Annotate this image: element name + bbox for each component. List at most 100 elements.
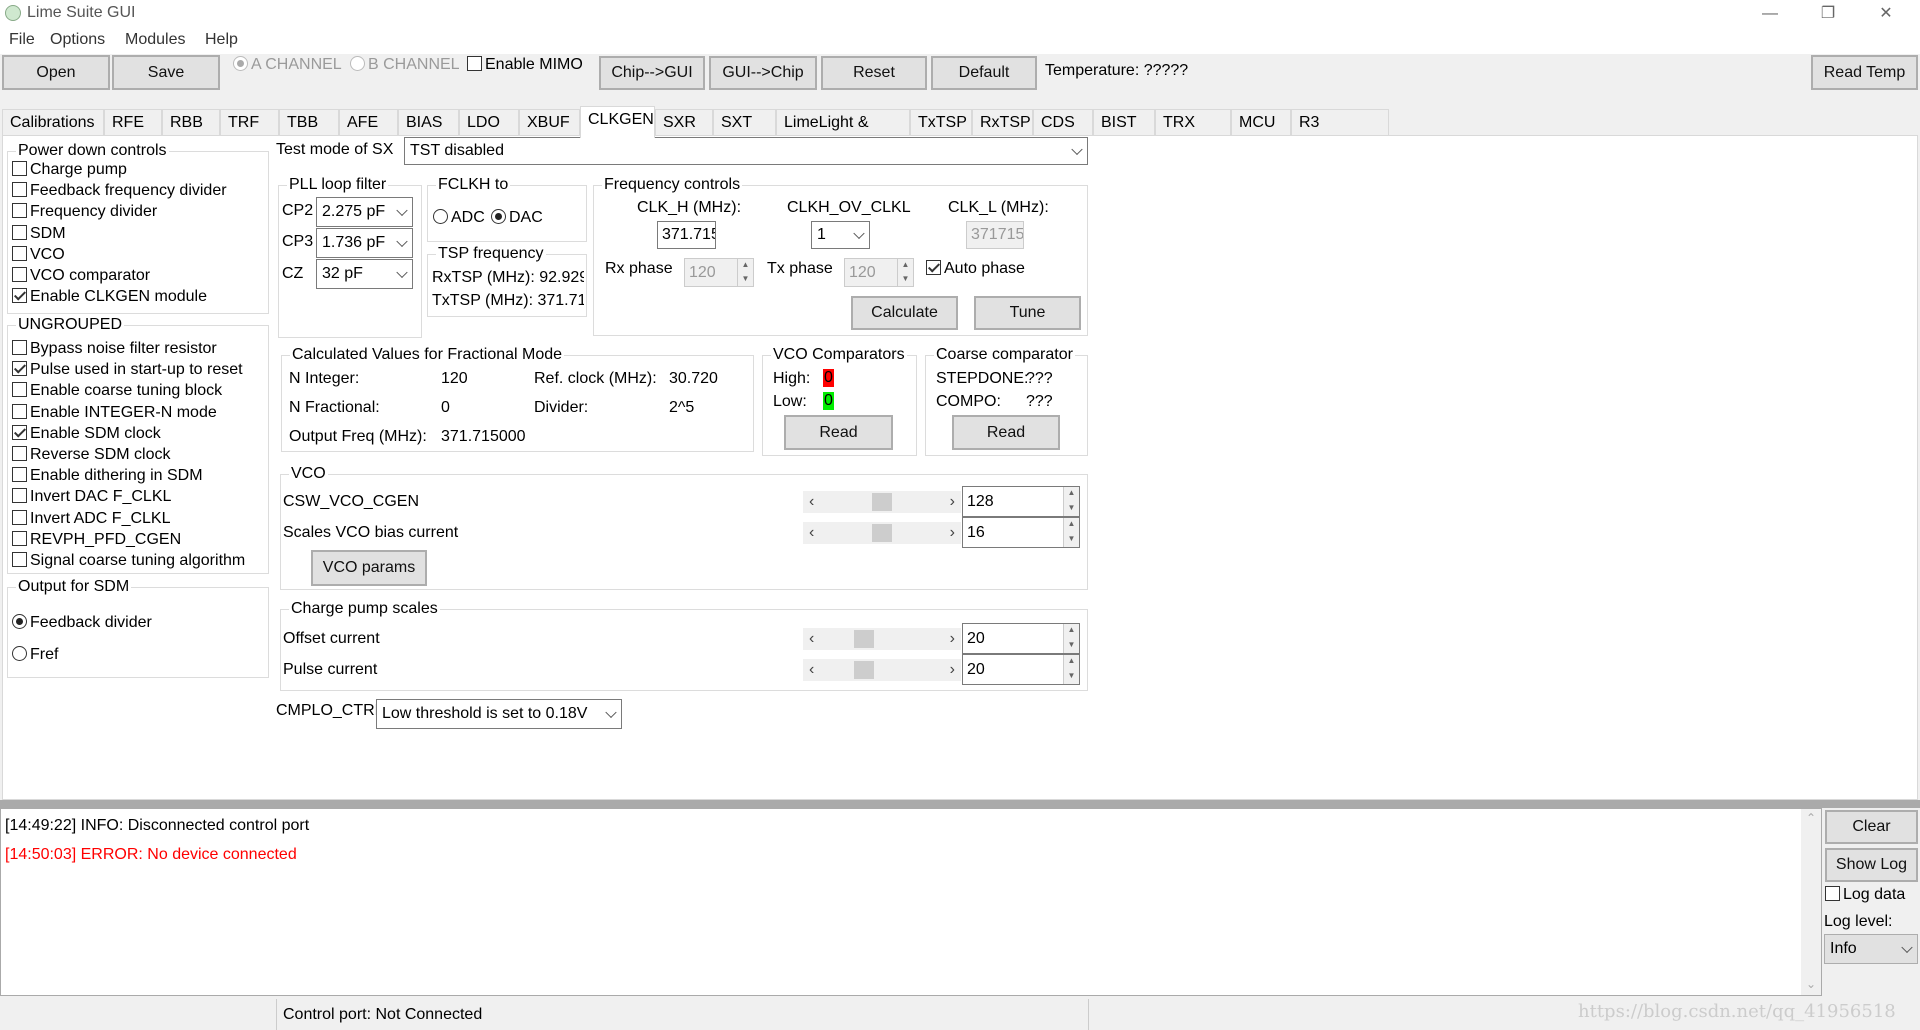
checkbox-enable-clkgen-module[interactable]: Enable CLKGEN module bbox=[12, 288, 207, 306]
tab-bias[interactable]: BIAS bbox=[398, 109, 459, 137]
spin-down-icon[interactable]: ▼ bbox=[1064, 670, 1079, 685]
tab-trx-gain[interactable]: TRX Gain bbox=[1155, 109, 1231, 157]
log-data-checkbox[interactable]: Log data bbox=[1825, 886, 1905, 904]
checkbox-reverse-sdm-clock[interactable]: Reverse SDM clock bbox=[12, 446, 170, 464]
tab-sxr[interactable]: SXR bbox=[655, 109, 713, 137]
spin-down-icon[interactable]: ▼ bbox=[738, 273, 753, 287]
cp3-select[interactable]: 1.736 pF bbox=[316, 228, 413, 258]
default-button[interactable]: Default bbox=[931, 56, 1037, 90]
enable-mimo-checkbox[interactable]: Enable MIMO bbox=[467, 56, 583, 74]
checkbox-vco[interactable]: VCO bbox=[12, 245, 65, 264]
test-mode-select[interactable]: TST disabled bbox=[404, 137, 1088, 165]
spin-up-icon[interactable]: ▲ bbox=[1064, 624, 1079, 639]
spin-down-icon[interactable]: ▼ bbox=[898, 273, 913, 287]
value-slider[interactable]: ‹ › bbox=[803, 659, 961, 681]
slider-thumb[interactable] bbox=[854, 630, 875, 648]
tab-clkgen[interactable]: CLKGEN bbox=[580, 106, 655, 138]
gui-to-chip-button[interactable]: GUI-->Chip bbox=[709, 56, 817, 90]
spin-up-icon[interactable]: ▲ bbox=[898, 259, 913, 273]
value-spinbox[interactable]: 20 ▲ ▼ bbox=[962, 654, 1080, 685]
log-level-select[interactable]: Info bbox=[1824, 934, 1918, 964]
chevron-left-icon[interactable]: ‹ bbox=[809, 628, 814, 650]
spin-down-icon[interactable]: ▼ bbox=[1064, 502, 1079, 517]
scroll-down-icon[interactable]: ⌄ bbox=[1801, 977, 1821, 991]
checkbox-invert-adc-f-clkl[interactable]: Invert ADC F_CLKL bbox=[12, 509, 171, 528]
checkbox-pulse-used-in-start-up-to-reset[interactable]: Pulse used in start-up to reset bbox=[12, 361, 243, 379]
show-log-button[interactable]: Show Log bbox=[1825, 848, 1918, 882]
cp2-select[interactable]: 2.275 pF bbox=[316, 197, 413, 227]
chevron-right-icon[interactable]: › bbox=[950, 522, 955, 544]
splitter-handle[interactable] bbox=[0, 800, 1920, 808]
read-temp-button[interactable]: Read Temp bbox=[1811, 55, 1918, 90]
spin-up-icon[interactable]: ▲ bbox=[1064, 518, 1079, 533]
checkbox-invert-dac-f-clkl[interactable]: Invert DAC F_CLKL bbox=[12, 488, 171, 506]
reset-button[interactable]: Reset bbox=[821, 56, 927, 90]
checkbox-enable-coarse-tuning-block[interactable]: Enable coarse tuning block bbox=[12, 382, 222, 400]
value-slider[interactable]: ‹ › bbox=[803, 522, 961, 544]
minimize-icon[interactable]: — bbox=[1750, 2, 1790, 26]
value-spinbox[interactable]: 16 ▲ ▼ bbox=[962, 517, 1080, 548]
tab-txtsp[interactable]: TxTSP bbox=[910, 109, 972, 137]
restore-icon[interactable]: ❐ bbox=[1808, 2, 1848, 26]
tab-rbb[interactable]: RBB bbox=[162, 109, 220, 137]
chevron-right-icon[interactable]: › bbox=[950, 628, 955, 650]
checkbox-enable-sdm-clock[interactable]: Enable SDM clock bbox=[12, 424, 161, 443]
chevron-left-icon[interactable]: ‹ bbox=[809, 522, 814, 544]
spin-down-icon[interactable]: ▼ bbox=[1064, 533, 1079, 548]
checkbox-charge-pump[interactable]: Charge pump bbox=[12, 161, 127, 179]
checkbox-sdm[interactable]: SDM bbox=[12, 224, 66, 243]
tab-trf[interactable]: TRF bbox=[220, 109, 279, 137]
value-slider[interactable]: ‹ › bbox=[803, 628, 961, 650]
checkbox-vco-comparator[interactable]: VCO comparator bbox=[12, 267, 150, 285]
spin-up-icon[interactable]: ▲ bbox=[738, 259, 753, 273]
clkh-ov-clkl-select[interactable]: 1 bbox=[811, 221, 870, 249]
value-spinbox[interactable]: 20 ▲ ▼ bbox=[962, 623, 1080, 654]
menu-file[interactable]: File bbox=[9, 31, 35, 49]
cz-select[interactable]: 32 pF bbox=[316, 259, 413, 289]
tab-bist[interactable]: BIST bbox=[1093, 109, 1155, 137]
tab-xbuf[interactable]: XBUF bbox=[519, 109, 580, 137]
checkbox-bypass-noise-filter-resistor[interactable]: Bypass noise filter resistor bbox=[12, 340, 217, 358]
tab-ldo[interactable]: LDO bbox=[459, 109, 519, 137]
adc-radio[interactable]: ADC bbox=[433, 209, 485, 227]
tab-rfe[interactable]: RFE bbox=[104, 109, 162, 137]
vco-read-button[interactable]: Read bbox=[784, 415, 893, 450]
coarse-read-button[interactable]: Read bbox=[952, 415, 1060, 450]
spin-down-icon[interactable]: ▼ bbox=[1064, 639, 1079, 654]
tab-cds[interactable]: CDS bbox=[1033, 109, 1093, 137]
calculate-button[interactable]: Calculate bbox=[851, 296, 958, 330]
open-button[interactable]: Open bbox=[2, 55, 110, 90]
menu-help[interactable]: Help bbox=[205, 31, 238, 49]
chevron-left-icon[interactable]: ‹ bbox=[809, 491, 814, 513]
chevron-right-icon[interactable]: › bbox=[950, 491, 955, 513]
close-icon[interactable]: ✕ bbox=[1866, 2, 1906, 26]
menu-options[interactable]: Options bbox=[50, 31, 105, 49]
log-scrollbar[interactable]: ⌃ ⌄ bbox=[1801, 809, 1821, 995]
checkbox-enable-dithering-in-sdm[interactable]: Enable dithering in SDM bbox=[12, 467, 203, 485]
clk-h-input[interactable]: 371.715 bbox=[657, 221, 716, 249]
vco-params-button[interactable]: VCO params bbox=[311, 550, 427, 586]
auto-phase-checkbox[interactable]: Auto phase bbox=[926, 260, 1025, 278]
menu-modules[interactable]: Modules bbox=[125, 31, 185, 49]
checkbox-revph-pfd-cgen[interactable]: REVPH_PFD_CGEN bbox=[12, 530, 181, 549]
checkbox-feedback-frequency-divider[interactable]: Feedback frequency divider bbox=[12, 182, 227, 200]
chevron-right-icon[interactable]: › bbox=[950, 659, 955, 681]
tab-afe[interactable]: AFE bbox=[339, 109, 398, 137]
dac-radio[interactable]: DAC bbox=[491, 209, 543, 227]
log-output[interactable]: [14:49:22] INFO: Disconnected control po… bbox=[0, 808, 1822, 996]
checkbox-frequency-divider[interactable]: Frequency divider bbox=[12, 203, 157, 221]
chevron-left-icon[interactable]: ‹ bbox=[809, 659, 814, 681]
tab-mcu[interactable]: MCU bbox=[1231, 109, 1291, 137]
tx-phase-spinbox[interactable]: 120 ▲ ▼ bbox=[844, 258, 914, 287]
rx-phase-spinbox[interactable]: 120 ▲ ▼ bbox=[684, 258, 754, 287]
slider-thumb[interactable] bbox=[872, 524, 892, 542]
tab-limelight-pad[interactable]: LimeLight & PAD bbox=[776, 109, 910, 157]
tab-calibrations[interactable]: Calibrations bbox=[2, 109, 104, 137]
fref-radio[interactable]: Fref bbox=[12, 646, 58, 664]
save-button[interactable]: Save bbox=[112, 55, 220, 90]
value-spinbox[interactable]: 128 ▲ ▼ bbox=[962, 486, 1080, 517]
tab-sxt[interactable]: SXT bbox=[713, 109, 776, 137]
checkbox-enable-integer-n-mode[interactable]: Enable INTEGER-N mode bbox=[12, 403, 217, 422]
cmplo-ctrl-select[interactable]: Low threshold is set to 0.18V bbox=[376, 699, 622, 729]
slider-thumb[interactable] bbox=[854, 661, 875, 679]
